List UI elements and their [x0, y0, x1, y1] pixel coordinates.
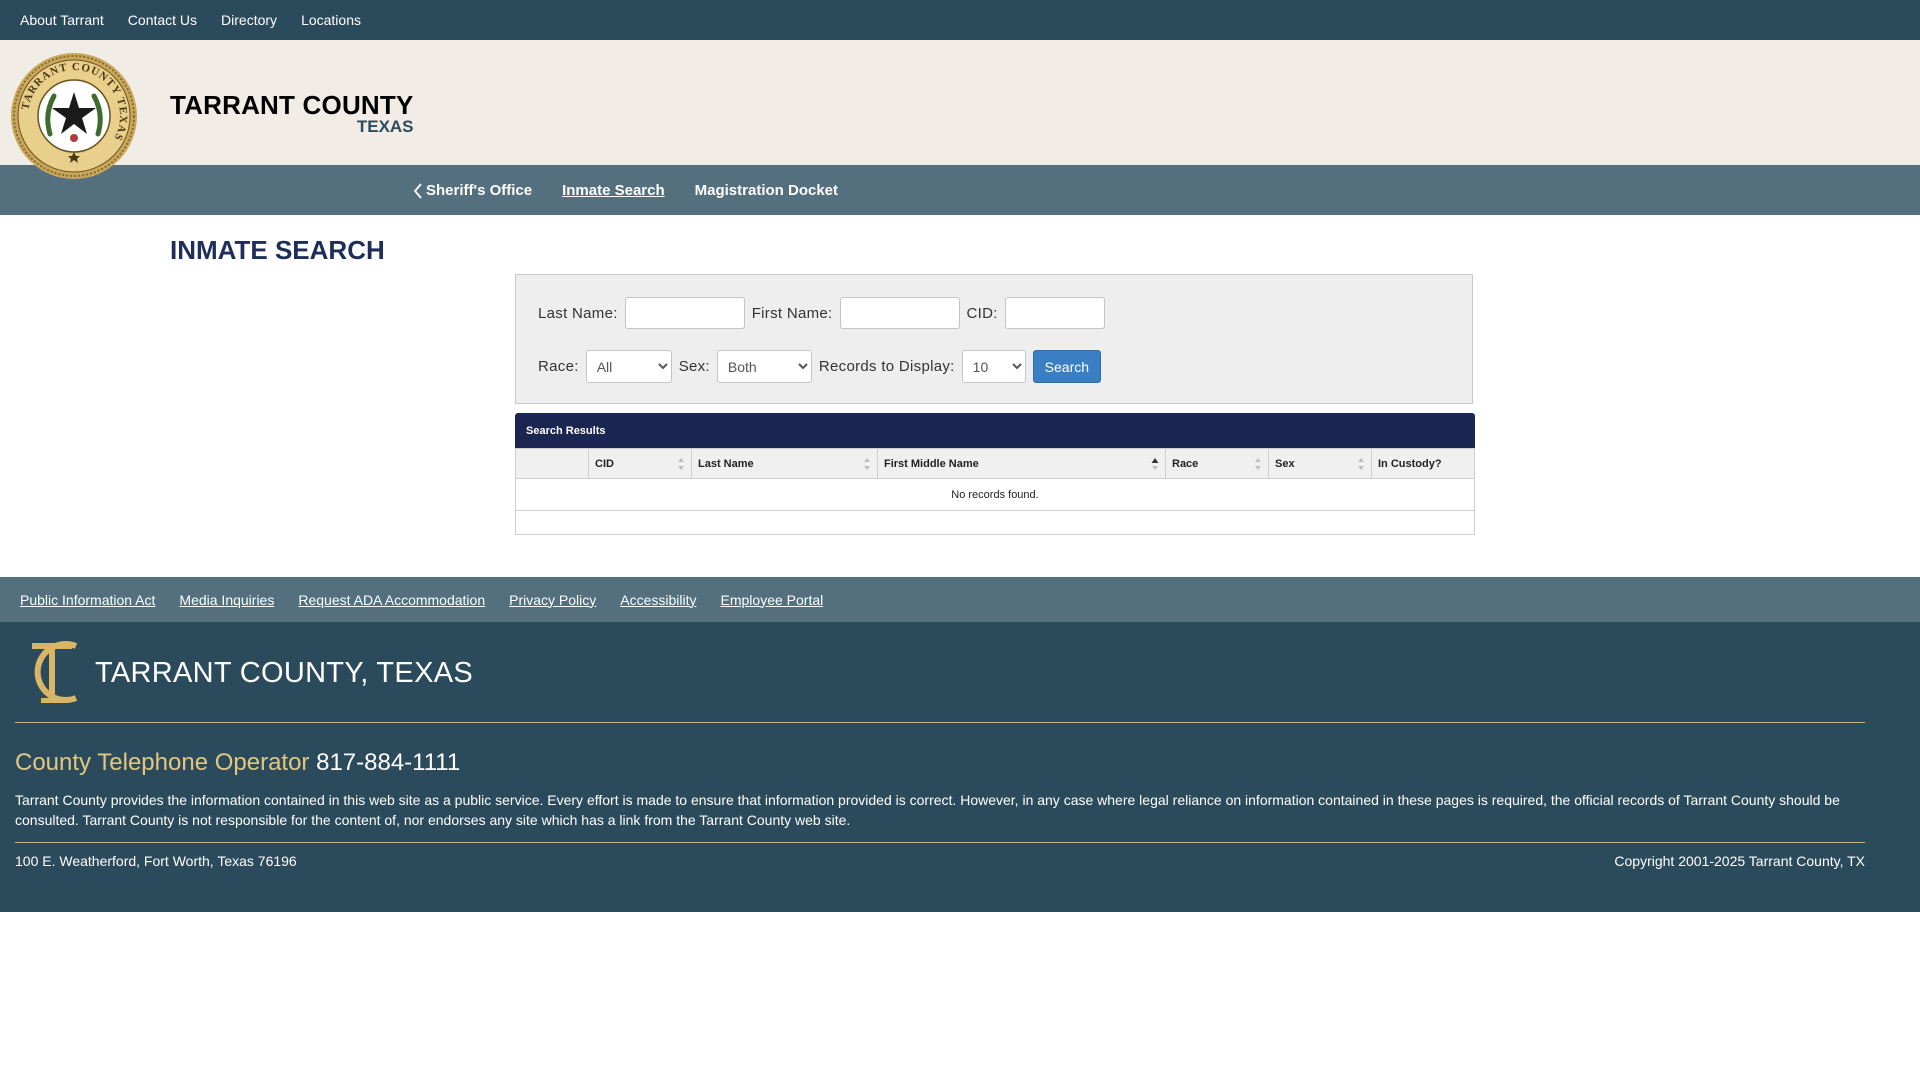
- col-blank: [515, 448, 589, 479]
- phone-label: County Telephone Operator: [15, 749, 310, 776]
- site-header: TARRANT COUNTY TEXAS TARRANT COUNTY TEXA…: [0, 40, 1920, 179]
- cid-input[interactable]: [1004, 297, 1105, 329]
- first-name-label: First Name:: [751, 304, 833, 322]
- table-row: No records found.: [515, 478, 1475, 511]
- nav-locations[interactable]: Locations: [301, 12, 361, 28]
- sort-icon: [1358, 458, 1364, 470]
- site-footer: TARRANT COUNTY, TEXAS County Telephone O…: [0, 622, 1920, 912]
- copyright: Copyright 2001-2025 Tarrant County, TX: [1614, 853, 1865, 869]
- results-header-row: CID Last Name First Middle Name Race Sex…: [515, 448, 1475, 479]
- col-sex[interactable]: Sex: [1268, 448, 1372, 479]
- county-state: TEXAS: [356, 117, 414, 136]
- address: 100 E. Weatherford, Fort Worth, Texas 76…: [15, 853, 297, 869]
- footer-county-name: TARRANT COUNTY, TEXAS: [95, 657, 474, 689]
- nav-magistration-docket[interactable]: Magistration Docket: [695, 182, 838, 199]
- sort-icon: [678, 458, 684, 470]
- footer-divider: [15, 842, 1865, 843]
- section-nav: Sheriff's Office Inmate Search Magistrat…: [0, 165, 1920, 215]
- nav-about-tarrant[interactable]: About Tarrant: [20, 12, 104, 28]
- cid-label: CID:: [966, 304, 998, 322]
- nav-contact-us[interactable]: Contact Us: [128, 12, 197, 28]
- no-records-message: No records found.: [515, 478, 1475, 511]
- results-title: Search Results: [515, 413, 1475, 448]
- col-sex-label: Sex: [1275, 457, 1295, 470]
- chevron-left-icon: [413, 183, 422, 199]
- link-media-inquiries[interactable]: Media Inquiries: [179, 592, 274, 608]
- col-first-middle-name-label: First Middle Name: [884, 457, 979, 470]
- sex-label: Sex:: [678, 358, 710, 375]
- phone-line: County Telephone Operator 817-884-1111: [15, 749, 460, 777]
- col-cid-label: CID: [595, 457, 614, 470]
- county-seal-logo[interactable]: TARRANT COUNTY TEXAS: [10, 52, 138, 180]
- link-request-ada[interactable]: Request ADA Accommodation: [298, 592, 485, 608]
- col-last-name-label: Last Name: [698, 457, 754, 470]
- link-accessibility[interactable]: Accessibility: [620, 592, 696, 608]
- search-form: Last Name: First Name: CID: Race: All Se…: [515, 274, 1473, 404]
- col-race[interactable]: Race: [1165, 448, 1269, 479]
- col-race-label: Race: [1172, 457, 1199, 470]
- footer-links: Public Information Act Media Inquiries R…: [0, 577, 1920, 622]
- link-employee-portal[interactable]: Employee Portal: [721, 592, 824, 608]
- county-name: TARRANT COUNTY: [170, 90, 414, 120]
- last-name-input[interactable]: [624, 297, 745, 329]
- sex-select[interactable]: Both: [716, 350, 812, 383]
- tc-logo: [32, 641, 78, 703]
- col-last-name[interactable]: Last Name: [691, 448, 878, 479]
- records-select[interactable]: 10: [961, 350, 1026, 383]
- nav-sheriffs-office-label: Sheriff's Office: [426, 181, 533, 199]
- race-select[interactable]: All: [585, 350, 672, 383]
- nav-inmate-search[interactable]: Inmate Search: [562, 182, 665, 199]
- last-name-label: Last Name:: [538, 304, 618, 322]
- results-table: CID Last Name First Middle Name Race Sex…: [515, 448, 1475, 511]
- footer-divider: [15, 722, 1865, 723]
- top-utility-nav: About Tarrant Contact Us Directory Locat…: [0, 0, 1920, 40]
- link-public-information-act[interactable]: Public Information Act: [20, 592, 155, 608]
- disclaimer-text: Tarrant County provides the information …: [15, 792, 1840, 828]
- search-results: Search Results CID Last Name First Middl…: [515, 413, 1475, 535]
- link-privacy-policy[interactable]: Privacy Policy: [509, 592, 596, 608]
- first-name-input[interactable]: [839, 297, 960, 329]
- county-brand[interactable]: TARRANT COUNTY TEXAS: [170, 92, 414, 136]
- sort-icon: [864, 458, 870, 470]
- col-cid[interactable]: CID: [588, 448, 692, 479]
- main-content: INMATE SEARCH Last Name: First Name: CID…: [0, 215, 1920, 577]
- sort-icon: [1255, 458, 1261, 470]
- nav-sheriffs-office[interactable]: Sheriff's Office: [412, 181, 532, 199]
- search-button[interactable]: Search: [1032, 350, 1102, 383]
- phone-number[interactable]: 817-884-1111: [316, 749, 460, 776]
- results-footer: [515, 511, 1475, 535]
- page-title: INMATE SEARCH: [170, 235, 385, 265]
- col-in-custody: In Custody?: [1371, 448, 1475, 479]
- race-label: Race:: [538, 358, 579, 375]
- col-in-custody-label: In Custody?: [1378, 457, 1442, 470]
- records-label: Records to Display:: [818, 358, 955, 375]
- col-first-middle-name[interactable]: First Middle Name: [877, 448, 1166, 479]
- nav-directory[interactable]: Directory: [221, 12, 277, 28]
- sort-ascending-icon: [1151, 458, 1159, 470]
